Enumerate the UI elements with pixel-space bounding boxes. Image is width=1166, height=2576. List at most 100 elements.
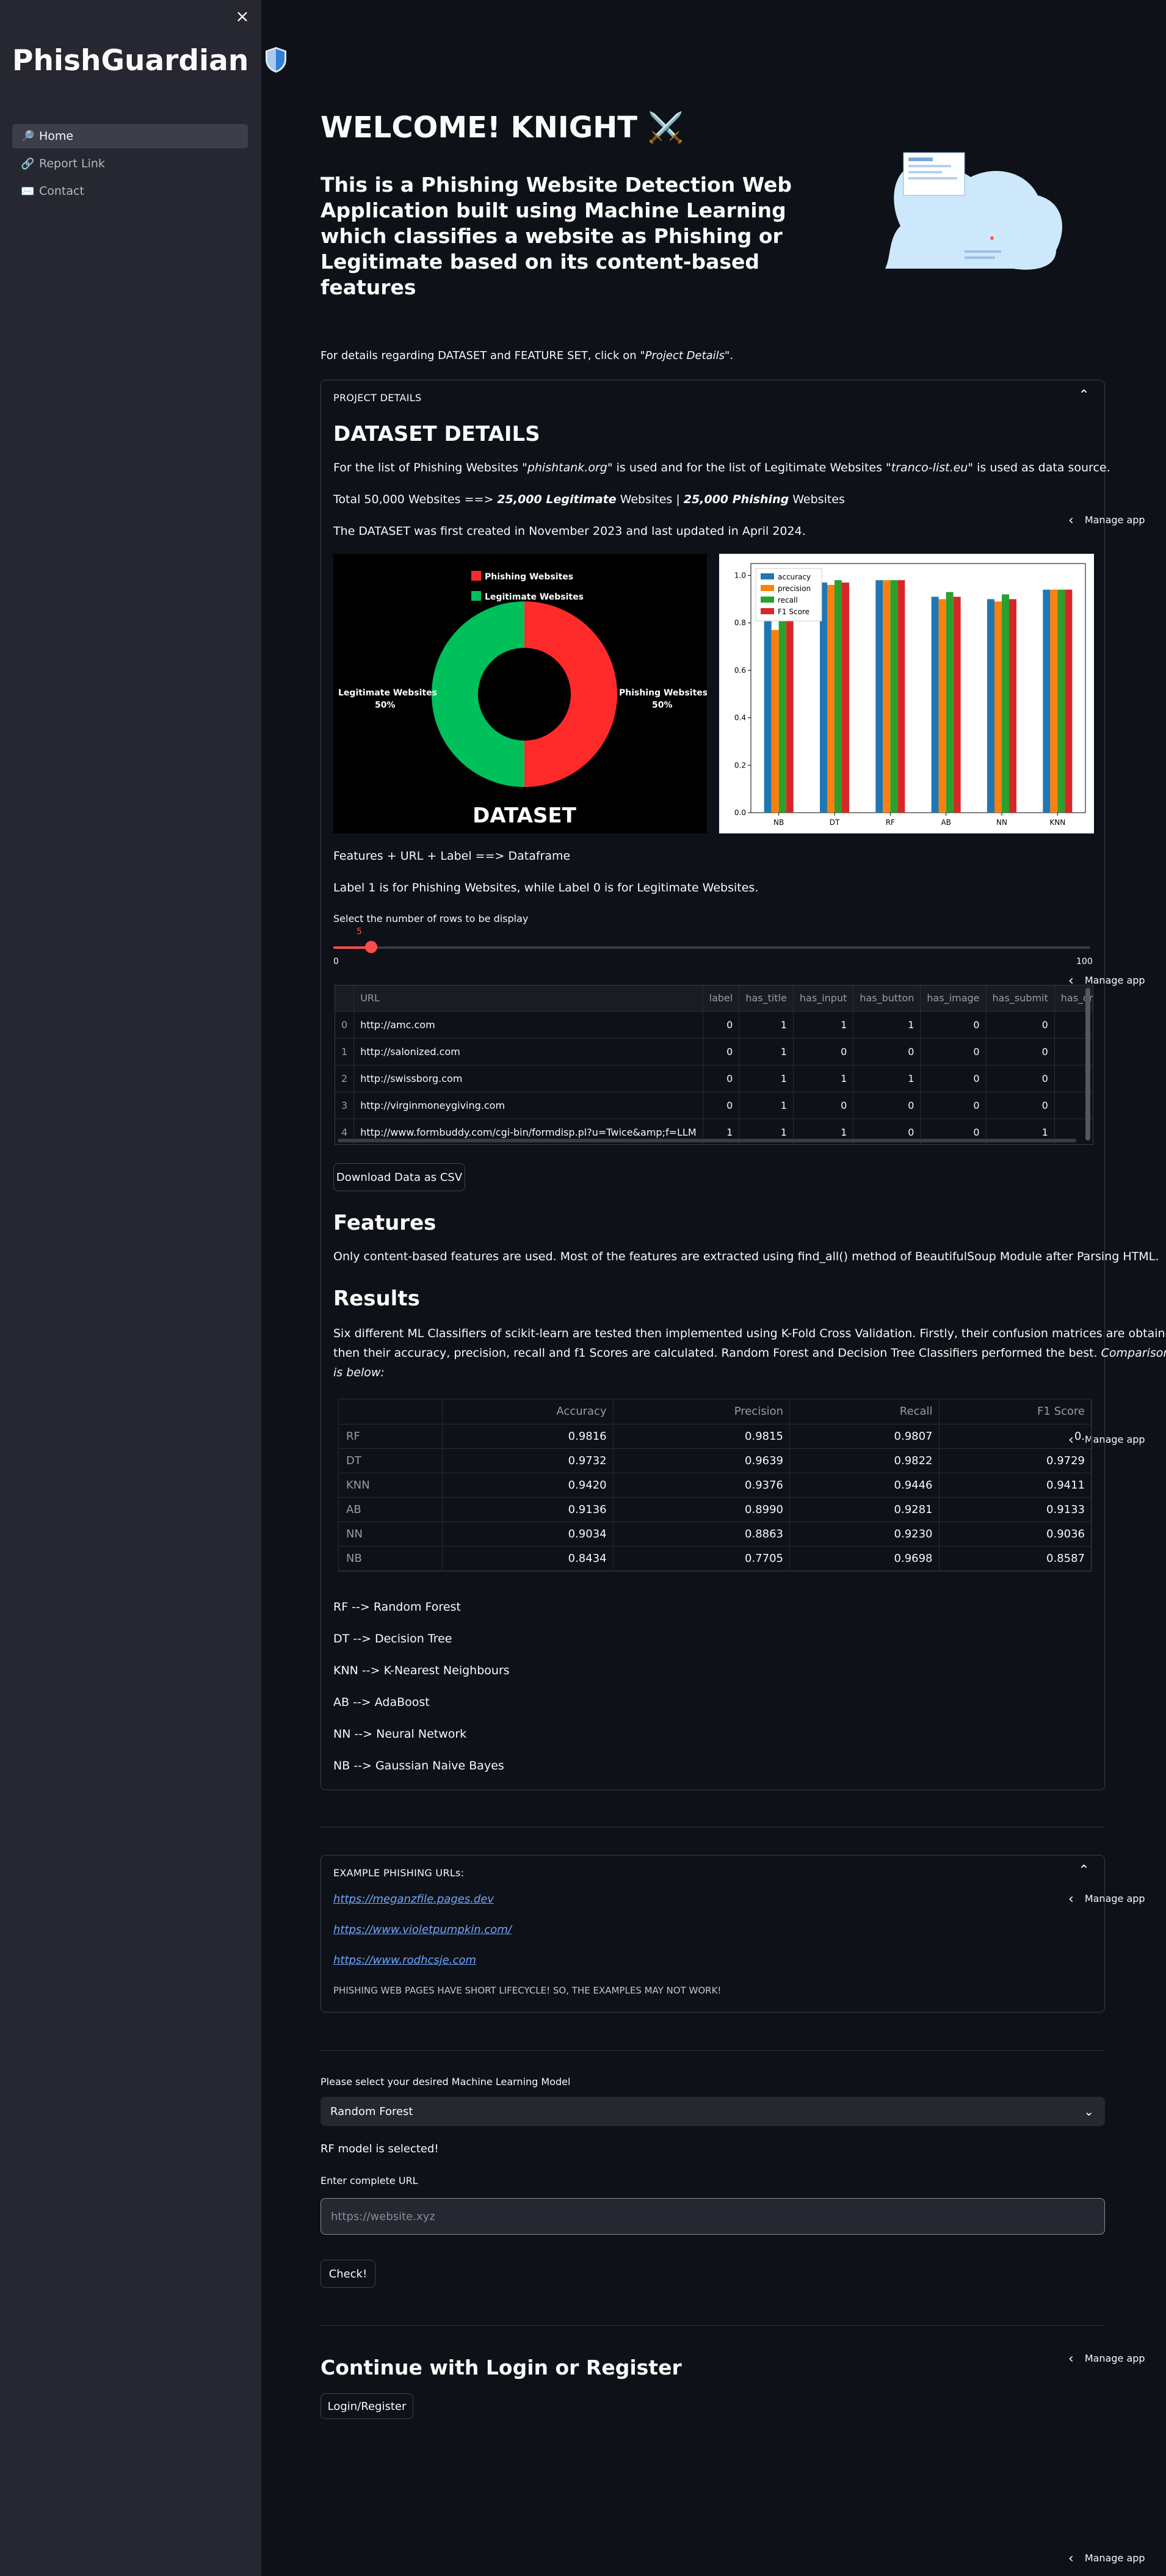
details-hint-suffix: . [730, 349, 734, 362]
bar [1002, 594, 1009, 813]
table-cell: 0. [939, 1424, 1092, 1449]
example-link[interactable]: https://www.rodhcsje.com [333, 1954, 476, 1967]
sidebar-item-home[interactable]: 🔎 Home [12, 124, 248, 148]
table-row: 1http://salonized.com0100001 [335, 1038, 1093, 1065]
table-cell[interactable]: http://swissborg.com [353, 1065, 703, 1092]
example-link[interactable]: https://meganzfile.pages.dev [333, 1893, 494, 1906]
df-column-header[interactable]: label [703, 985, 740, 1012]
df-column-header[interactable] [335, 985, 355, 1012]
sidebar-item-contact[interactable]: ✉️ Contact [12, 179, 248, 203]
total-websites-text: Total 50,000 Websites ==> 25,000 Legitim… [333, 493, 845, 506]
dataset-dataframe[interactable]: URL label has_title has_input has_button has_… [335, 985, 1093, 1145]
example-urls-header[interactable]: EXAMPLE PHISHING URLs: ⌃ [321, 1856, 1104, 1890]
table-cell[interactable]: 1 [335, 1038, 355, 1065]
check-button[interactable]: Check! [320, 2260, 375, 2288]
chevron-left-icon: ‹ [1068, 2551, 1074, 2566]
table-cell[interactable]: 0 [986, 1038, 1055, 1065]
examples-note: PHISHING WEB PAGES HAVE SHORT LIFECYCLE!… [333, 1985, 722, 1996]
table-cell[interactable]: http://amc.com [353, 1011, 703, 1039]
table-cell[interactable]: 0 [920, 1092, 987, 1119]
table-cell[interactable]: 1 [793, 1065, 854, 1092]
app-title: PhishGuardian [12, 44, 288, 78]
table-cell[interactable]: 0 [793, 1092, 854, 1119]
project-details-header[interactable]: PROJECT DETAILS ⌃ [321, 380, 1104, 415]
df-column-header[interactable]: has_title [739, 985, 794, 1012]
bar [938, 599, 946, 813]
table-cell: 0.9816 [442, 1424, 614, 1449]
table-cell[interactable]: http://virginmoneygiving.com [353, 1092, 703, 1119]
results-column-header [339, 1399, 443, 1424]
bar [946, 592, 954, 813]
login-register-button[interactable]: Login/Register [320, 2393, 413, 2419]
table-cell[interactable]: 0 [920, 1038, 987, 1065]
df-column-header[interactable]: has_submit [986, 985, 1055, 1012]
sidebar-item-label: Report Link [39, 157, 105, 170]
table-row: AB 0.9136 0.8990 0.9281 0.9133 [339, 1497, 1092, 1522]
table-cell[interactable]: 3 [335, 1092, 355, 1119]
bar [827, 584, 835, 813]
y-tick-label: 0.8 [734, 619, 746, 627]
legend-label: accuracy [778, 573, 811, 581]
table-cell[interactable]: 0 [986, 1065, 1055, 1092]
text-part: is used as data source. [973, 461, 1110, 474]
table-cell[interactable]: 1 [853, 1011, 921, 1039]
manage-app-label: Manage app [1084, 2552, 1145, 2564]
results-text-line-3: is below: [333, 1366, 385, 1379]
expander-label: PROJECT DETAILS [333, 391, 422, 404]
table-row: NB 0.8434 0.7705 0.9698 0.8587 [339, 1546, 1092, 1571]
manage-app-button[interactable]: ‹ Manage app [1068, 2351, 1145, 2367]
intro-text: This is a Phishing Website Detection Web… [320, 173, 792, 299]
details-hint-prefix: For details regarding DATASET and FEATUR… [320, 349, 640, 362]
table-cell[interactable]: http://salonized.com [353, 1038, 703, 1065]
df-column-header[interactable]: has_image [920, 985, 987, 1012]
legend-swatch [761, 573, 774, 579]
table-cell[interactable]: 0 [703, 1065, 740, 1092]
download-csv-button[interactable]: Download Data as CSV [333, 1163, 465, 1191]
abbr-nb: NB --> Gaussian Naive Bayes [333, 1759, 504, 1772]
table-cell[interactable]: 0 [703, 1011, 740, 1039]
table-cell: NN [339, 1522, 443, 1547]
model-select-label: Please select your desired Machine Learn… [320, 2076, 571, 2088]
example-link[interactable]: https://www.violetpumpkin.com/ [333, 1923, 512, 1936]
rows-slider[interactable] [333, 941, 1090, 953]
table-cell[interactable]: 1 [793, 1011, 854, 1039]
close-sidebar-button[interactable]: × [234, 8, 250, 25]
table-cell[interactable]: 2 [335, 1065, 355, 1092]
y-tick-label: 0.0 [734, 808, 746, 817]
table-cell[interactable]: 1 [739, 1011, 794, 1039]
sidebar-item-report-link[interactable]: 🔗 Report Link [12, 151, 248, 176]
table-cell: 0.9807 [789, 1424, 940, 1449]
table-cell[interactable]: 0 [703, 1092, 740, 1119]
table-cell: 0.8434 [442, 1546, 614, 1571]
table-cell[interactable]: 0 [920, 1011, 987, 1039]
chevron-up-icon: ⌃ [1078, 388, 1090, 403]
table-cell[interactable]: 0 [853, 1038, 921, 1065]
slider-thumb[interactable] [365, 941, 377, 953]
details-hint: For details regarding DATASET and FEATUR… [320, 349, 733, 362]
df-column-header[interactable]: has_input [793, 985, 854, 1012]
x-tick-label: AB [941, 818, 951, 827]
table-cell[interactable]: 0 [920, 1065, 987, 1092]
model-select[interactable]: Random Forest ⌄ [320, 2097, 1105, 2126]
bar [1057, 589, 1065, 813]
table-cell[interactable]: 0 [703, 1038, 740, 1065]
table-cell[interactable]: 1 [853, 1065, 921, 1092]
table-cell[interactable]: 0 [986, 1011, 1055, 1039]
manage-app-button[interactable]: ‹ Manage app [1068, 2551, 1145, 2566]
results-column-header: F1 Score [939, 1399, 1092, 1424]
table-cell[interactable]: 1 [739, 1092, 794, 1119]
table-cell[interactable]: 0 [986, 1092, 1055, 1119]
df-column-header[interactable]: has_button [853, 985, 921, 1012]
table-cell[interactable]: 1 [739, 1038, 794, 1065]
vertical-scrollbar[interactable] [1085, 988, 1090, 1141]
table-cell[interactable]: 1 [739, 1065, 794, 1092]
slider-label: Select the number of rows to be display [333, 913, 529, 924]
horizontal-scrollbar[interactable] [338, 1139, 1076, 1142]
url-input[interactable] [320, 2198, 1105, 2235]
table-cell[interactable]: 0 [793, 1038, 854, 1065]
df-column-header[interactable]: URL [353, 985, 703, 1012]
table-cell[interactable]: 0 [853, 1092, 921, 1119]
model-select-value: Random Forest [330, 2105, 413, 2118]
table-cell[interactable]: 0 [335, 1011, 355, 1039]
legend-label: recall [778, 596, 798, 604]
